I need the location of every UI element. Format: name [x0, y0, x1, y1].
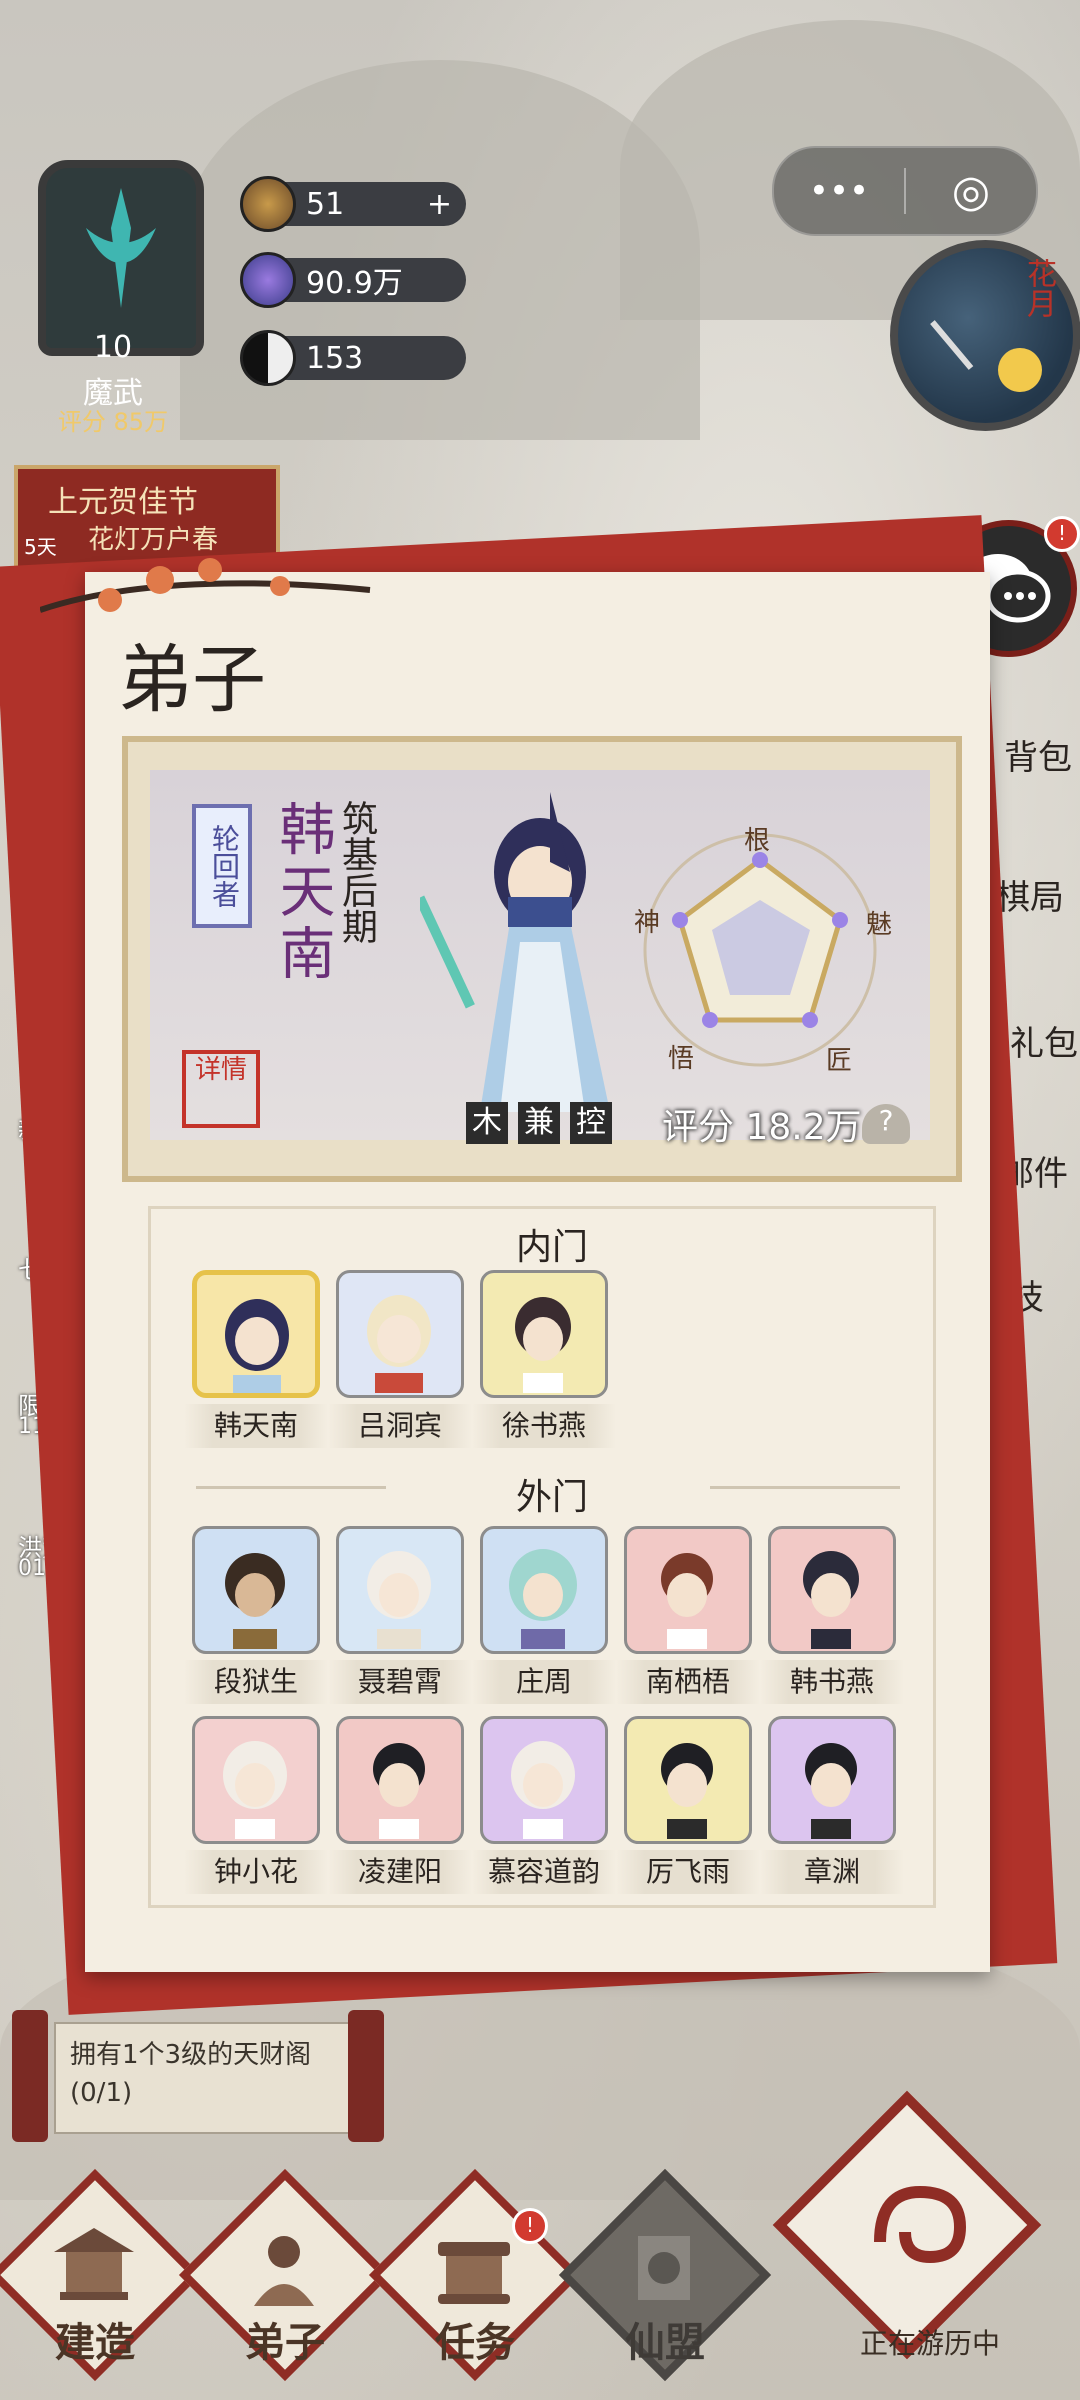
radar-label-root: 根	[744, 826, 771, 856]
disciple-portrait-tile[interactable]	[336, 1270, 464, 1398]
panel-title: 弟子	[118, 637, 266, 723]
disciple-portrait	[415, 752, 660, 1112]
outer-section-title: 外门	[516, 1477, 589, 1518]
coin-icon	[240, 176, 296, 232]
clock-hand	[930, 320, 974, 370]
scroll-roll-left	[12, 2010, 48, 2142]
side-chess[interactable]: 棋局	[996, 870, 1064, 919]
plum-branch-decoration	[39, 540, 380, 630]
disciple-portrait-tile[interactable]	[768, 1526, 896, 1654]
disciple-portrait-tile[interactable]	[480, 1526, 608, 1654]
resource-crystal[interactable]: 90.9万	[240, 252, 466, 308]
disciple-score: 评分 18.2万	[662, 1107, 862, 1148]
nav-task-label: 任务	[435, 2319, 515, 2366]
trait-tag: 木	[466, 1102, 508, 1144]
sword-icon	[86, 188, 156, 308]
disciple-portrait-tile[interactable]	[192, 1716, 320, 1844]
side-bag[interactable]: 背包	[1004, 730, 1072, 779]
disciple-portrait-tile[interactable]	[336, 1716, 464, 1844]
radar-label-insight: 悟	[668, 1044, 695, 1074]
resource-coin[interactable]: 51 +	[240, 176, 466, 232]
disciple-portrait-tile[interactable]	[480, 1716, 608, 1844]
disciple-tile-name: 徐书燕	[472, 1404, 616, 1448]
emblem-score: 评分 85万	[57, 408, 169, 436]
add-icon[interactable]: +	[427, 187, 452, 222]
sun-icon	[998, 348, 1042, 392]
travel-swirl-icon	[860, 2172, 980, 2282]
section-divider	[196, 1486, 386, 1489]
yinyang-icon	[240, 330, 296, 386]
disciple-tile-name: 庄周	[472, 1660, 616, 1704]
disciple-tile-name: 吕洞宾	[328, 1404, 472, 1448]
disciple-tile-name: 韩书燕	[760, 1660, 904, 1704]
disciple-tile-name: 凌建阳	[328, 1850, 472, 1894]
attribute-radar	[640, 820, 900, 1070]
disciple-tile-name: 聂碧霄	[328, 1660, 472, 1704]
disciple-tile-name: 章渊	[760, 1850, 904, 1894]
resource-value: 90.9万	[306, 266, 403, 301]
disciple-portrait-tile[interactable]	[192, 1526, 320, 1654]
quest-text: 拥有1个3级的天财阁(0/1)	[70, 2040, 312, 2108]
nav-disciple-label: 弟子	[245, 2319, 325, 2366]
nav-build-label: 建造	[55, 2319, 135, 2366]
event-title: 上元贺佳节	[48, 485, 198, 520]
miniprogram-capsule: ••• ◎	[772, 146, 1038, 236]
side-gift[interactable]: 礼包	[1010, 1016, 1078, 1065]
close-button[interactable]: ◎	[906, 166, 1036, 217]
pavilion-icon	[48, 2222, 140, 2314]
yinyang-alliance-icon	[618, 2222, 710, 2314]
radar-label-spirit: 神	[634, 908, 661, 938]
resource-value: 51	[306, 186, 345, 222]
chat-alert-badge: !	[1044, 516, 1080, 552]
cultivation-stage: 筑基后期	[336, 800, 377, 944]
disciple-portrait-tile[interactable]	[624, 1526, 752, 1654]
trait-tag: 控	[570, 1102, 612, 1144]
emblem-frame	[38, 160, 204, 356]
detail-button[interactable]: 详情	[182, 1050, 260, 1128]
disciple-tile-name: 韩天南	[184, 1404, 328, 1448]
disciple-tile-name: 慕容道韵	[472, 1850, 616, 1894]
disciple-portrait-tile[interactable]	[768, 1716, 896, 1844]
disciple-portrait-tile[interactable]	[192, 1270, 320, 1398]
more-button[interactable]: •••	[774, 171, 904, 211]
radar-label-charm: 魅	[866, 910, 893, 940]
trait-tag: 兼	[518, 1102, 560, 1144]
nav-alliance-label: 仙盟	[625, 2319, 705, 2366]
disciple-tile-name: 厉飞雨	[616, 1850, 760, 1894]
task-alert-badge: !	[512, 2208, 548, 2244]
time-dial[interactable]: 花月	[890, 240, 1080, 431]
crystal-icon	[240, 252, 296, 308]
section-divider	[710, 1486, 900, 1489]
disciple-icon	[238, 2222, 330, 2314]
nav-travel-label: 正在游历中	[859, 2327, 1000, 2360]
disciple-tile-name: 段狱生	[184, 1660, 328, 1704]
rank-badge: 轮回者	[192, 804, 252, 928]
scroll-roll-right	[348, 2010, 384, 2142]
disciple-tile-name: 南栖梧	[616, 1660, 760, 1704]
scroll-task-icon	[428, 2222, 520, 2314]
player-emblem[interactable]: 10 魔武 评分 85万	[18, 140, 208, 436]
clock-label: 花月	[1021, 258, 1056, 318]
quest-paper: 拥有1个3级的天财阁(0/1)	[54, 2022, 360, 2134]
disciple-portrait-tile[interactable]	[624, 1716, 752, 1844]
resource-yinyang[interactable]: 153	[240, 330, 466, 386]
disciple-portrait-tile[interactable]	[480, 1270, 608, 1398]
quest-scroll[interactable]: 拥有1个3级的天财阁(0/1)	[12, 2010, 384, 2142]
help-button[interactable]: ?	[862, 1104, 910, 1144]
disciple-tile-name: 钟小花	[184, 1850, 328, 1894]
radar-label-craft: 匠	[826, 1046, 853, 1076]
emblem-level: 10	[93, 330, 133, 365]
inner-section-title: 内门	[516, 1227, 589, 1268]
disciple-portrait-tile[interactable]	[336, 1526, 464, 1654]
resource-value: 153	[306, 340, 364, 376]
